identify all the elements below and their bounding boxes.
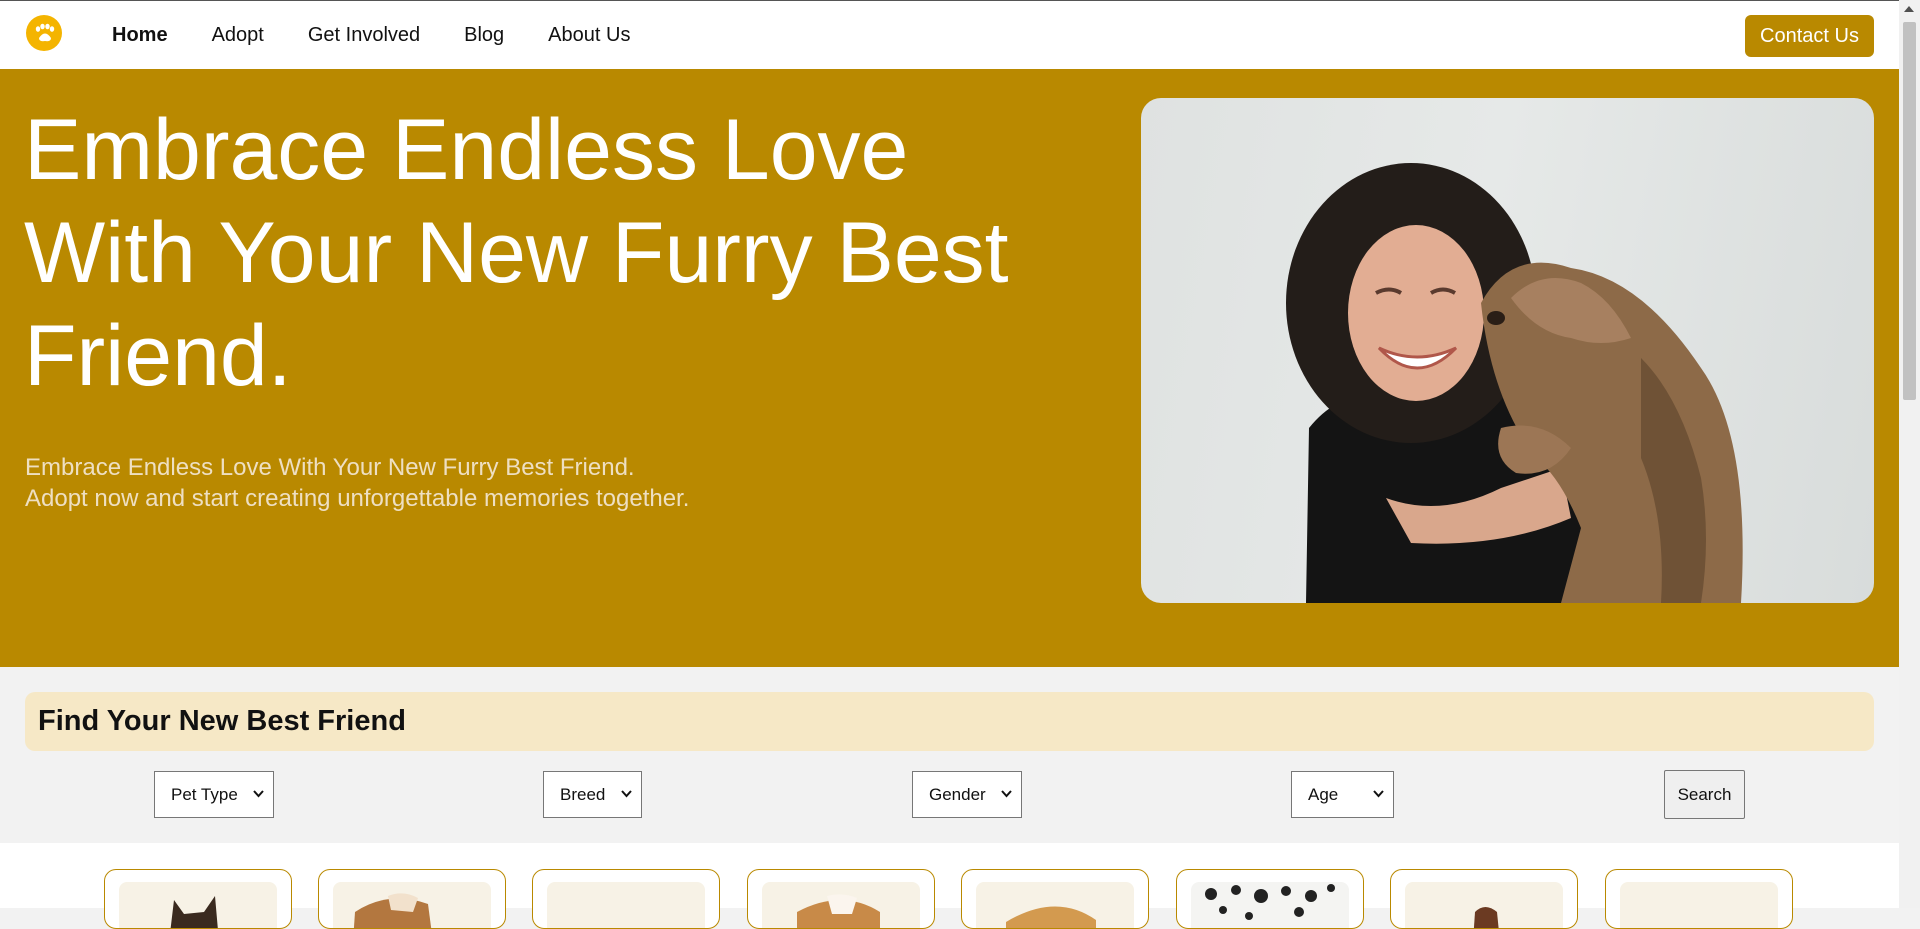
- pet-card[interactable]: [1390, 869, 1578, 929]
- breed-select[interactable]: Breed: [543, 771, 642, 818]
- pet-card[interactable]: [532, 869, 720, 929]
- gender-select-value: Gender: [929, 784, 986, 804]
- contact-us-button[interactable]: Contact Us: [1745, 15, 1874, 57]
- page-scrollbar[interactable]: [1899, 0, 1920, 908]
- breed-select-value: Breed: [560, 784, 606, 804]
- scroll-up-arrow-icon[interactable]: [1904, 6, 1914, 12]
- hero-subtitle-line-1: Embrace Endless Love With Your New Furry…: [25, 454, 635, 481]
- dog-photo-1: [119, 882, 277, 928]
- age-select-value: Age: [1308, 784, 1339, 804]
- pet-type-select-value: Pet Type: [171, 784, 238, 804]
- gender-select[interactable]: Gender: [912, 771, 1022, 818]
- nav-link-home[interactable]: Home: [112, 23, 168, 47]
- hero-subtitle: Embrace Endless Love With Your New Furry…: [25, 452, 925, 514]
- hero-title: Embrace Endless Love With Your New Furry…: [24, 102, 1009, 404]
- pet-card[interactable]: [961, 869, 1149, 929]
- pet-card[interactable]: [318, 869, 506, 929]
- dog-photo-8: [1620, 882, 1778, 928]
- age-select[interactable]: Age: [1291, 771, 1394, 818]
- finder-header-bar: Find Your New Best Friend: [25, 692, 1874, 751]
- scrollbar-thumb[interactable]: [1903, 22, 1916, 400]
- nav-link-blog[interactable]: Blog: [464, 23, 504, 47]
- dog-photo-7: [1405, 882, 1563, 928]
- chevron-down-icon: [621, 790, 632, 798]
- dog-photo-5: [976, 882, 1134, 928]
- hero-section: Embrace Endless Love With Your New Furry…: [0, 69, 1899, 667]
- chevron-down-icon: [253, 790, 264, 798]
- finder-title: Find Your New Best Friend: [38, 705, 406, 737]
- dog-photo-2: [333, 882, 491, 928]
- dog-photo-4: [762, 882, 920, 928]
- nav-link-about-us[interactable]: About Us: [548, 23, 630, 47]
- hero-subtitle-line-2: Adopt now and start creating unforgettab…: [25, 485, 690, 512]
- pet-card[interactable]: [104, 869, 292, 929]
- dalmatian-photo: [1191, 882, 1349, 928]
- top-navbar: Home Adopt Get Involved Blog About Us Co…: [0, 1, 1899, 69]
- chevron-down-icon: [1001, 790, 1012, 798]
- woman-with-dog-photo: [1141, 98, 1874, 603]
- nav-link-adopt[interactable]: Adopt: [212, 23, 264, 47]
- paw-icon[interactable]: [26, 15, 62, 51]
- pet-card[interactable]: [1605, 869, 1793, 929]
- pet-card[interactable]: [747, 869, 935, 929]
- chevron-down-icon: [1373, 790, 1384, 798]
- nav-links: Home Adopt Get Involved Blog About Us: [112, 23, 674, 47]
- search-button[interactable]: Search: [1664, 770, 1745, 819]
- nav-link-get-involved[interactable]: Get Involved: [308, 23, 420, 47]
- pet-card[interactable]: [1176, 869, 1364, 929]
- pet-type-select[interactable]: Pet Type: [154, 771, 274, 818]
- dog-photo-3: [547, 882, 705, 928]
